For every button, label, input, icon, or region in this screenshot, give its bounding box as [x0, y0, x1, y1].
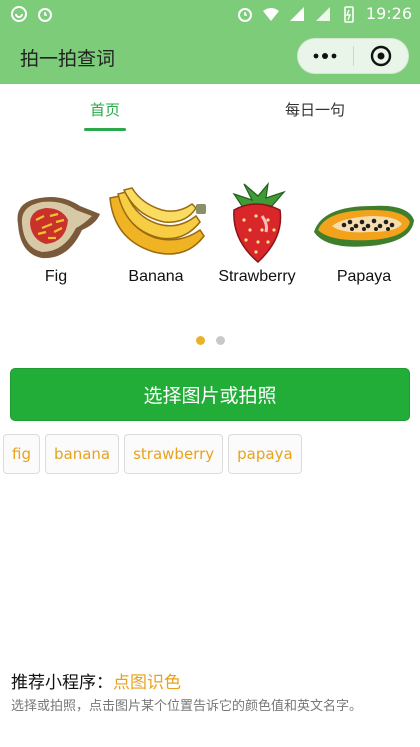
carousel-item-fig: Fig: [8, 180, 104, 286]
signal-icon: [289, 6, 304, 21]
close-button[interactable]: [353, 39, 408, 73]
strawberry-icon: [232, 181, 286, 264]
active-tab-indicator: [84, 128, 126, 131]
carousel-item-papaya: Papaya: [312, 180, 416, 286]
fruit-label-papaya: Papaya: [336, 268, 392, 285]
recommend-link[interactable]: 点图识色: [113, 673, 181, 693]
papaya-icon: [314, 205, 414, 247]
fruit-label-banana: Banana: [128, 268, 184, 285]
word-chip-papaya[interactable]: papaya: [228, 434, 302, 474]
status-time: 19:26: [365, 4, 412, 23]
banana-icon: [109, 187, 206, 255]
carousel-item-strawberry: Strawberry: [212, 180, 302, 286]
fruit-label-fig: Fig: [44, 268, 68, 285]
fruit-label-strawberry: Strawberry: [218, 268, 296, 285]
signal-icon: [315, 6, 330, 21]
recommend-description: 选择或拍照，点击图片某个位置告诉它的颜色值和英文名字。: [11, 699, 363, 714]
recognized-words-list: fig banana strawberry papaya: [3, 434, 302, 474]
wifi-icon: [262, 7, 279, 21]
recommend-line: 推荐小程序：点图识色: [11, 668, 411, 693]
tab-home[interactable]: 首页: [0, 84, 210, 132]
battery-icon: [344, 5, 354, 23]
app-notification-icon: [11, 6, 27, 22]
tab-daily-sentence[interactable]: 每日一句: [210, 84, 420, 132]
tab-home-label: 首页: [89, 101, 120, 119]
carousel-dot-2[interactable]: [215, 336, 225, 345]
more-dots-icon: [313, 53, 337, 59]
fig-icon: [17, 197, 100, 259]
alarm-icon: [38, 8, 52, 22]
more-button[interactable]: [298, 39, 353, 73]
tab-daily-sentence-label: 每日一句: [284, 101, 345, 119]
mini-program-capsule: [297, 38, 409, 74]
fruit-carousel[interactable]: Fig Banana Strawberry Papaya: [0, 180, 420, 310]
recommend-section: 推荐小程序：点图识色 选择或拍照，点击图片某个位置告诉它的颜色值和英文名字。: [11, 668, 411, 717]
target-close-icon: [370, 45, 391, 67]
word-chip-fig[interactable]: fig: [3, 434, 40, 474]
nav-bar: 拍一拍查词: [0, 30, 420, 84]
recommend-prefix: 推荐小程序：: [11, 673, 113, 693]
tab-bar: 首页 每日一句: [0, 84, 420, 132]
carousel-dot-1[interactable]: [195, 336, 205, 345]
choose-image-or-photo-button[interactable]: 选择图片或拍照: [10, 368, 410, 421]
carousel-item-banana: Banana: [104, 180, 208, 286]
status-bar: 19:26: [0, 0, 420, 30]
alarm-icon: [237, 7, 252, 22]
word-chip-banana[interactable]: banana: [44, 434, 120, 474]
carousel-pagination: [0, 336, 420, 345]
page-title: 拍一拍查词: [20, 48, 116, 70]
word-chip-strawberry[interactable]: strawberry: [124, 434, 224, 474]
